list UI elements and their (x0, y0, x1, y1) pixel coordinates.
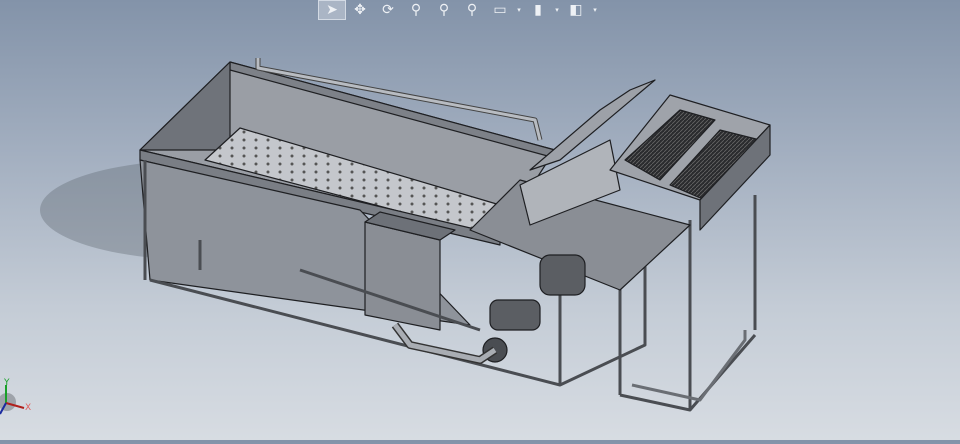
inclined-conveyor (469, 79, 771, 291)
x-axis-label: X (25, 403, 32, 413)
axis-triad: Y X (0, 378, 50, 440)
washing-tank (139, 58, 556, 331)
y-axis-label: Y (4, 378, 10, 388)
cad-model-viewport[interactable] (0, 0, 960, 440)
